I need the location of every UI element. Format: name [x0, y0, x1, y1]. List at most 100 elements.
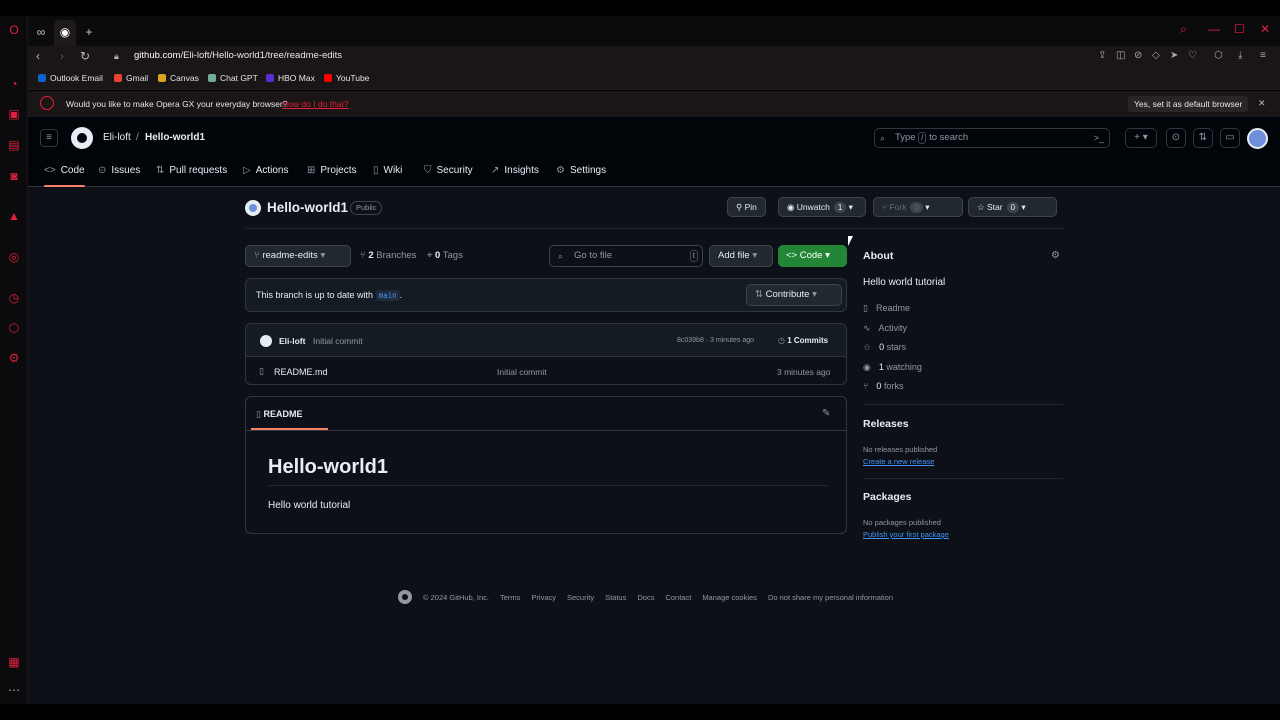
commit-message[interactable]: Initial commit	[313, 336, 363, 346]
tab-projects[interactable]: ⊞ Projects	[307, 165, 357, 176]
breadcrumb-owner[interactable]: Eli-loft	[103, 132, 131, 143]
create-new-button[interactable]: + ▾	[1125, 128, 1157, 148]
gear-icon[interactable]: ⚙	[1051, 250, 1060, 261]
notifications-icon[interactable]: ▭	[1220, 128, 1240, 148]
settings-icon[interactable]: ⚙	[6, 350, 22, 366]
bookmark-chatgpt[interactable]: Chat GPT	[208, 73, 258, 83]
bookmark-hbomax[interactable]: HBO Max	[266, 73, 315, 83]
commit-author-avatar[interactable]	[260, 335, 272, 347]
file-name[interactable]: README.md	[274, 367, 328, 377]
commit-author[interactable]: Eli-loft	[279, 336, 305, 346]
share-icon[interactable]: ⇪	[1098, 50, 1106, 61]
forward-icon[interactable]: ›	[60, 49, 64, 63]
bookmark-youtube[interactable]: YouTube	[324, 73, 369, 83]
bookmark-gmail[interactable]: Gmail	[114, 73, 148, 83]
aria-icon[interactable]: ▲	[6, 208, 22, 224]
file-commit-message[interactable]: Initial commit	[497, 367, 547, 377]
minimize-button[interactable]: —	[1208, 22, 1220, 36]
pin-button[interactable]: ⚲ Pin	[727, 197, 766, 217]
opera-logo-icon[interactable]: O	[6, 22, 22, 38]
publish-package-link[interactable]: Publish your first package	[863, 530, 949, 539]
more-icon[interactable]: ⋯	[6, 682, 22, 698]
promo-help-link[interactable]: How do I do that?	[282, 99, 349, 109]
bookmark-outlook[interactable]: Outlook Email	[38, 73, 103, 83]
fork-button[interactable]: ⑂ Fork 0 ▾	[873, 197, 963, 217]
base-branch[interactable]: main	[375, 290, 400, 301]
gallery-icon[interactable]: ▦	[6, 654, 22, 670]
tags-link[interactable]: ⌖ 0 Tags	[427, 250, 463, 261]
github-tab[interactable]: ◉	[54, 20, 76, 46]
tab-code[interactable]: <> Code	[44, 165, 85, 187]
issues-icon[interactable]: ⊙	[1166, 128, 1186, 148]
packages-title[interactable]: Packages	[863, 491, 911, 503]
speed-dial-icon[interactable]: ◔	[6, 76, 22, 92]
footer-link-contact[interactable]: Contact	[665, 593, 691, 602]
footer-link-do-not-share[interactable]: Do not share my personal information	[768, 593, 893, 602]
releases-title[interactable]: Releases	[863, 418, 909, 430]
star-button[interactable]: ☆ Star 0 ▾	[968, 197, 1057, 217]
branch-selector[interactable]: ⑂ readme-edits ▾	[245, 245, 351, 267]
footer-link-docs[interactable]: Docs	[637, 593, 654, 602]
stars-link[interactable]: ☆ 0 stars	[863, 342, 906, 353]
tab-actions[interactable]: ▷ Actions	[243, 165, 289, 176]
adblock-icon[interactable]: ⊘	[1134, 50, 1142, 61]
search-input[interactable]: ⌕ Type / to search >_	[874, 128, 1110, 148]
pull-requests-icon[interactable]: ⇅	[1193, 128, 1213, 148]
bookmark-canvas[interactable]: Canvas	[158, 73, 199, 83]
twitch-icon[interactable]: ▤	[6, 137, 22, 153]
gx-corner-icon[interactable]: ◙	[6, 168, 22, 184]
history-icon[interactable]: ◷	[6, 290, 22, 306]
forks-link[interactable]: ⑂ 0 forks	[863, 381, 903, 391]
contribute-button[interactable]: ⇅ Contribute ▾	[746, 284, 842, 306]
reload-icon[interactable]: ↻	[80, 49, 90, 63]
extensions-cube-icon[interactable]: ⬡	[1214, 50, 1223, 61]
add-file-button[interactable]: Add file ▾	[709, 245, 773, 267]
edit-pencil-icon[interactable]: ✎	[822, 408, 830, 419]
footer-link-status[interactable]: Status	[605, 593, 626, 602]
github-logo-icon[interactable]	[71, 127, 93, 149]
heart-icon[interactable]: ♡	[1188, 50, 1197, 61]
search-tabs-icon[interactable]: ⌕	[1180, 22, 1187, 37]
readme-tab[interactable]: ▯ README	[250, 409, 330, 430]
cube-icon[interactable]: ◇	[1152, 50, 1160, 61]
footer-link-terms[interactable]: Terms	[500, 593, 520, 602]
footer-link-cookies[interactable]: Manage cookies	[702, 593, 757, 602]
create-release-link[interactable]: Create a new release	[863, 457, 934, 466]
branches-link[interactable]: ⑂ 2 Branches	[360, 250, 416, 261]
readme-link[interactable]: ▯ Readme	[863, 303, 910, 314]
code-button[interactable]: <> Code ▾	[778, 245, 847, 267]
close-promo-icon[interactable]: ✕	[1258, 98, 1266, 109]
tab-security[interactable]: ⛉ Security	[424, 165, 473, 176]
tab-issues[interactable]: ⊙ Issues	[98, 165, 140, 176]
commits-link[interactable]: ◷ 1 Commits	[778, 336, 828, 345]
go-to-file-input[interactable]: ⌕ Go to file t	[549, 245, 703, 267]
tab-settings[interactable]: ⚙ Settings	[556, 165, 606, 176]
set-default-button[interactable]: Yes, set it as default browser	[1128, 96, 1249, 112]
activity-link[interactable]: ∿ Activity	[863, 323, 907, 334]
url-field[interactable]: github.com/Eli-loft/Hello-world1/tree/re…	[134, 50, 342, 61]
menu-icon[interactable]: ≡	[1260, 50, 1266, 61]
watching-link[interactable]: ◉ 1 watching	[863, 362, 922, 373]
extensions-icon[interactable]: ⬡	[6, 320, 22, 336]
footer-link-privacy[interactable]: Privacy	[531, 593, 556, 602]
footer-link-security[interactable]: Security	[567, 593, 594, 602]
unwatch-button[interactable]: ◉ Unwatch 1 ▾	[778, 197, 866, 217]
send-icon[interactable]: ➤	[1170, 50, 1178, 61]
table-row[interactable]: ▯ README.md Initial commit 3 minutes ago	[246, 357, 846, 384]
hamburger-menu-icon[interactable]: ≡	[40, 129, 58, 147]
tab-insights[interactable]: ↗ Insights	[491, 165, 539, 176]
user-avatar[interactable]	[1247, 128, 1268, 149]
new-tab-button[interactable]: +	[78, 20, 100, 46]
commit-sha-time[interactable]: 8c039b8 · 3 minutes ago	[677, 337, 754, 344]
snapshot-icon[interactable]: ◫	[1116, 50, 1125, 61]
breadcrumb-repo[interactable]: Hello-world1	[145, 132, 205, 143]
maximize-button[interactable]: ☐	[1234, 22, 1245, 36]
gx-control-icon[interactable]: ▣	[6, 106, 22, 122]
tab-wiki[interactable]: ▯ Wiki	[373, 165, 402, 176]
back-icon[interactable]: ‹	[36, 49, 40, 63]
download-icon[interactable]: ⤓	[1238, 50, 1242, 61]
gx-tab-icon[interactable]: ∞	[30, 20, 52, 46]
player-icon[interactable]: ◎	[6, 249, 22, 265]
tab-pull-requests[interactable]: ⇅ Pull requests	[156, 165, 227, 176]
command-palette-icon[interactable]: >_	[1094, 129, 1104, 147]
